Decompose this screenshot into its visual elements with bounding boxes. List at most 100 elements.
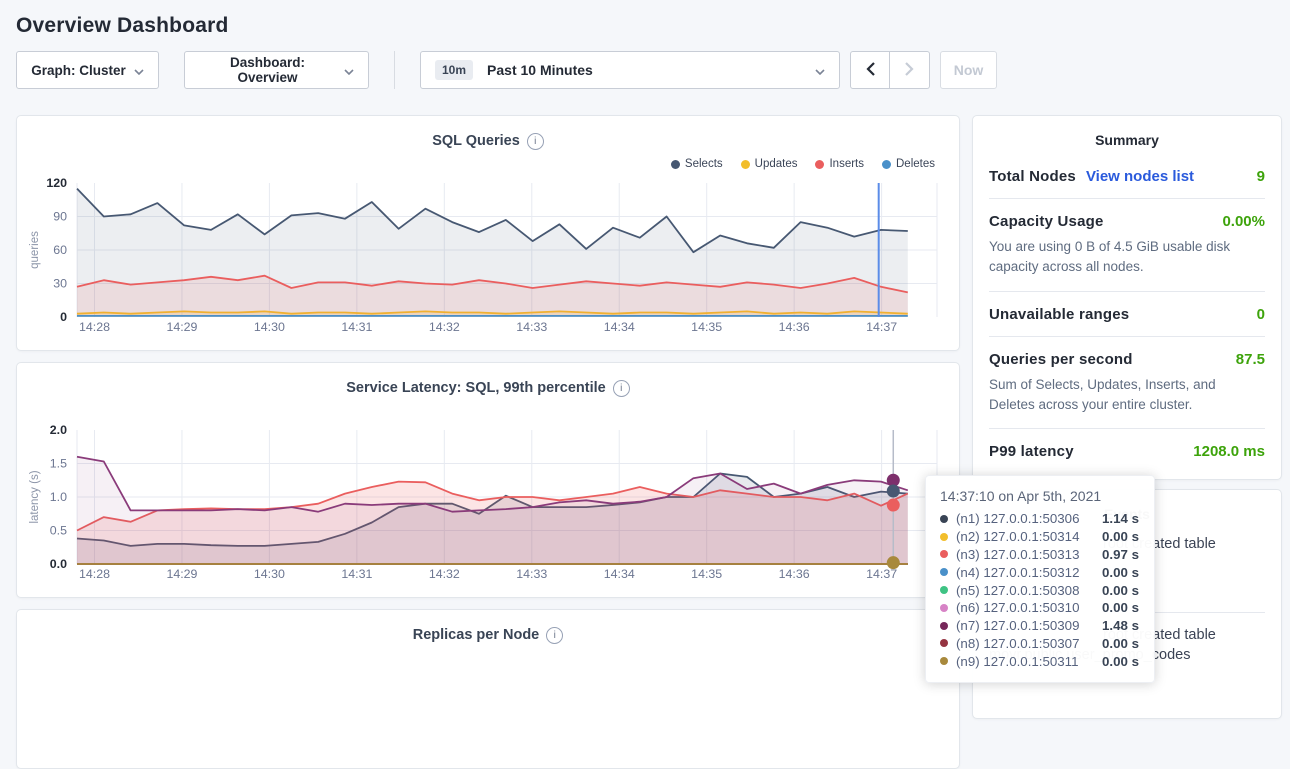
- summary-row-label: Capacity Usage: [989, 213, 1104, 230]
- svg-text:14:35: 14:35: [691, 320, 722, 334]
- chevron-down-icon: [815, 63, 825, 78]
- svg-text:14:28: 14:28: [79, 567, 110, 581]
- graph-dropdown[interactable]: Graph: Cluster: [16, 51, 159, 89]
- tooltip-node-label: (n6) 127.0.0.1:50310: [956, 600, 1102, 615]
- tooltip-node-value: 0.00 s: [1102, 636, 1139, 651]
- svg-text:queries: queries: [29, 231, 41, 269]
- svg-text:1.0: 1.0: [50, 490, 67, 504]
- legend-item-selects[interactable]: Selects: [671, 158, 723, 170]
- series-dot-icon: [940, 639, 948, 647]
- time-prev-button[interactable]: [850, 51, 890, 89]
- now-button[interactable]: Now: [940, 51, 997, 89]
- latency-chart-card: Service Latency: SQL, 99th percentile i …: [16, 362, 960, 598]
- svg-text:0.5: 0.5: [50, 524, 67, 538]
- latency-chart-title: Service Latency: SQL, 99th percentile i: [17, 375, 959, 401]
- dashboard-dropdown[interactable]: Dashboard: Overview: [184, 51, 369, 89]
- svg-text:120: 120: [46, 176, 67, 190]
- chevron-down-icon: [344, 63, 354, 78]
- summary-row: Unavailable ranges0: [989, 292, 1265, 337]
- svg-text:14:36: 14:36: [779, 567, 810, 581]
- svg-text:14:29: 14:29: [166, 320, 197, 334]
- tooltip-node-value: 0.00 s: [1102, 600, 1139, 615]
- time-next-button[interactable]: [890, 51, 930, 89]
- svg-text:1.5: 1.5: [50, 457, 67, 471]
- chevron-right-icon: [905, 62, 914, 79]
- latency-chart[interactable]: 14:2814:2914:3014:3114:3214:3314:3414:35…: [18, 421, 960, 583]
- svg-text:14:30: 14:30: [254, 567, 285, 581]
- legend-dot-icon: [741, 160, 750, 169]
- tooltip-timestamp: 14:37:10 on Apr 5th, 2021: [940, 488, 1140, 504]
- summary-row-value: 0: [1257, 306, 1265, 323]
- view-nodes-list-link[interactable]: View nodes list: [1086, 168, 1194, 185]
- svg-text:14:31: 14:31: [341, 320, 372, 334]
- tooltip-time: 14:37:10: [940, 488, 995, 504]
- tooltip-row: (n4) 127.0.0.1:503120.00 s: [940, 563, 1140, 581]
- series-dot-icon: [940, 657, 948, 665]
- sql-queries-chart[interactable]: 14:2814:2914:3014:3114:3214:3314:3414:35…: [18, 174, 960, 336]
- graph-dropdown-label: Graph: Cluster: [31, 63, 126, 78]
- sql-queries-legend: Selects Updates Inserts Deletes: [17, 156, 935, 172]
- legend-item-deletes[interactable]: Deletes: [882, 158, 935, 170]
- summary-row-head: Total NodesView nodes list9: [989, 168, 1265, 185]
- info-icon[interactable]: i: [613, 380, 630, 397]
- series-dot-icon: [940, 533, 948, 541]
- time-range-badge: 10m: [435, 60, 473, 80]
- chart-title-text: Replicas per Node: [413, 627, 540, 643]
- tooltip-node-value: 1.48 s: [1102, 618, 1139, 633]
- info-icon[interactable]: i: [527, 133, 544, 150]
- time-step-buttons: [850, 51, 930, 89]
- legend-item-updates[interactable]: Updates: [741, 158, 798, 170]
- svg-text:14:33: 14:33: [516, 567, 547, 581]
- svg-text:60: 60: [53, 243, 67, 257]
- summary-row: Capacity Usage0.00%You are using 0 B of …: [989, 199, 1265, 292]
- charts-column: SQL Queries i Selects Updates Inserts Delet…: [16, 115, 960, 769]
- time-range-selector[interactable]: 10m Past 10 Minutes: [420, 51, 840, 89]
- tooltip-node-value: 0.00 s: [1102, 529, 1139, 544]
- replicas-chart-title: Replicas per Node i: [17, 622, 959, 648]
- chart-title-text: Service Latency: SQL, 99th percentile: [346, 380, 606, 396]
- controls-bar: Graph: Cluster Dashboard: Overview 10m P…: [16, 51, 1274, 89]
- summary-row-value: 9: [1257, 168, 1265, 185]
- summary-row-label: P99 latency: [989, 443, 1074, 460]
- tooltip-row: (n3) 127.0.0.1:503130.97 s: [940, 546, 1140, 564]
- sql-queries-chart-card: SQL Queries i Selects Updates Inserts Delet…: [16, 115, 960, 351]
- svg-text:14:32: 14:32: [429, 567, 460, 581]
- legend-label: Selects: [685, 158, 723, 170]
- tooltip-node-label: (n1) 127.0.0.1:50306: [956, 511, 1102, 526]
- svg-text:14:28: 14:28: [79, 320, 110, 334]
- summary-row-head: Unavailable ranges0: [989, 306, 1265, 323]
- summary-panel: Summary Total NodesView nodes list9Capac…: [972, 115, 1282, 480]
- page-title: Overview Dashboard: [0, 0, 1290, 38]
- legend-dot-icon: [882, 160, 891, 169]
- replicas-chart-card: Replicas per Node i: [16, 609, 960, 769]
- svg-text:14:34: 14:34: [604, 567, 635, 581]
- tooltip-node-label: (n5) 127.0.0.1:50308: [956, 583, 1102, 598]
- tooltip-node-label: (n8) 127.0.0.1:50307: [956, 636, 1102, 651]
- legend-dot-icon: [671, 160, 680, 169]
- sql-queries-chart-title: SQL Queries i: [17, 128, 959, 154]
- info-icon[interactable]: i: [546, 627, 563, 644]
- time-range-label: Past 10 Minutes: [487, 62, 807, 78]
- series-dot-icon: [940, 604, 948, 612]
- tooltip-node-value: 0.97 s: [1102, 547, 1139, 562]
- summary-row-description: Sum of Selects, Updates, Inserts, and De…: [989, 375, 1265, 416]
- summary-row: Total NodesView nodes list9: [989, 154, 1265, 199]
- tooltip-rows: (n1) 127.0.0.1:503061.14 s (n2) 127.0.0.1…: [940, 510, 1140, 670]
- chevron-down-icon: [134, 63, 144, 78]
- tooltip-node-label: (n7) 127.0.0.1:50309: [956, 618, 1102, 633]
- svg-text:2.0: 2.0: [50, 423, 67, 437]
- tooltip-node-label: (n9) 127.0.0.1:50311: [956, 654, 1102, 669]
- series-dot-icon: [940, 586, 948, 594]
- legend-label: Updates: [755, 158, 798, 170]
- tooltip-row: (n9) 127.0.0.1:503110.00 s: [940, 652, 1140, 670]
- series-dot-icon: [940, 550, 948, 558]
- tooltip-row: (n2) 127.0.0.1:503140.00 s: [940, 528, 1140, 546]
- overview-dashboard-page: Overview Dashboard Graph: Cluster Dashbo…: [0, 0, 1290, 689]
- svg-text:90: 90: [53, 210, 67, 224]
- tooltip-row: (n6) 127.0.0.1:503100.00 s: [940, 599, 1140, 617]
- tooltip-node-value: 1.14 s: [1102, 511, 1139, 526]
- summary-row: Queries per second87.5Sum of Selects, Up…: [989, 337, 1265, 430]
- legend-item-inserts[interactable]: Inserts: [815, 158, 864, 170]
- summary-title: Summary: [989, 130, 1265, 154]
- legend-label: Inserts: [829, 158, 864, 170]
